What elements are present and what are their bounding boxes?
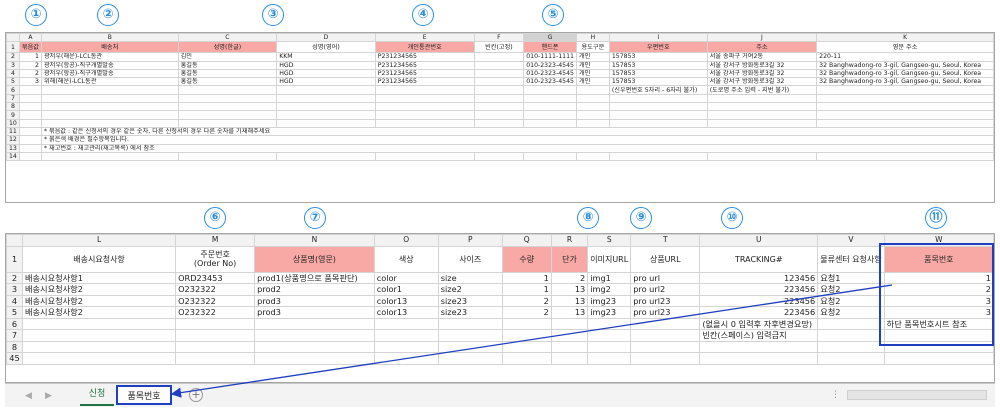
- annotation-arrow: [170, 284, 893, 398]
